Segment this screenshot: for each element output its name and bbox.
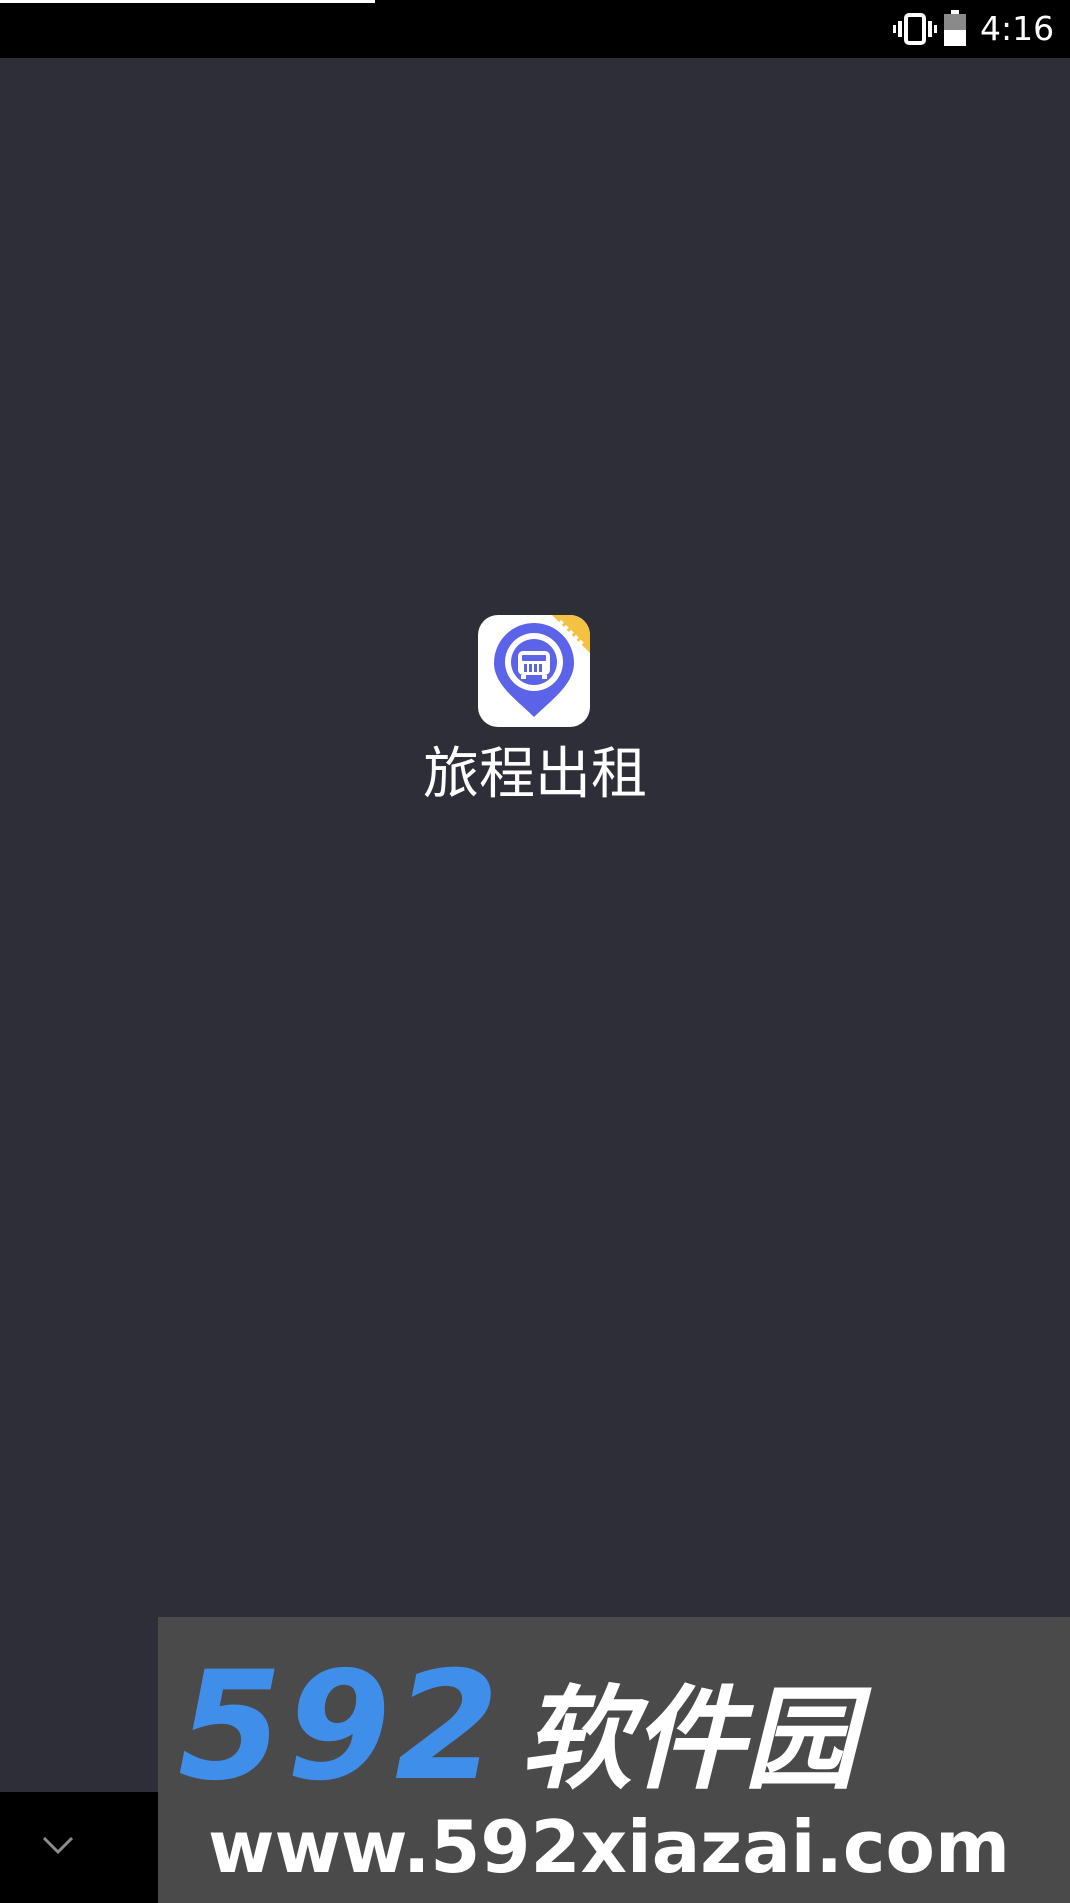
- watermark-url: www.592xiazai.com: [208, 1805, 1010, 1889]
- watermark: 592 软件园 www.592xiazai.com: [158, 1617, 1070, 1903]
- taxi-location-pin-icon: [494, 615, 590, 717]
- watermark-name: 软件园: [520, 1675, 857, 1805]
- app-icon: [478, 615, 590, 727]
- status-time: 4:16: [980, 9, 1055, 48]
- status-indicator-line: [0, 0, 375, 3]
- battery-icon: [944, 10, 966, 46]
- watermark-number: 592: [178, 1640, 504, 1814]
- vibrate-icon: [893, 13, 937, 45]
- status-bar: 4:16: [0, 0, 1070, 58]
- watermark-brand: 592 软件园: [178, 1652, 856, 1805]
- chevron-down-icon[interactable]: [38, 1830, 78, 1860]
- splash-screen: [0, 58, 1070, 1792]
- navigation-bar: [0, 1792, 160, 1903]
- app-name: 旅程出租: [423, 742, 647, 807]
